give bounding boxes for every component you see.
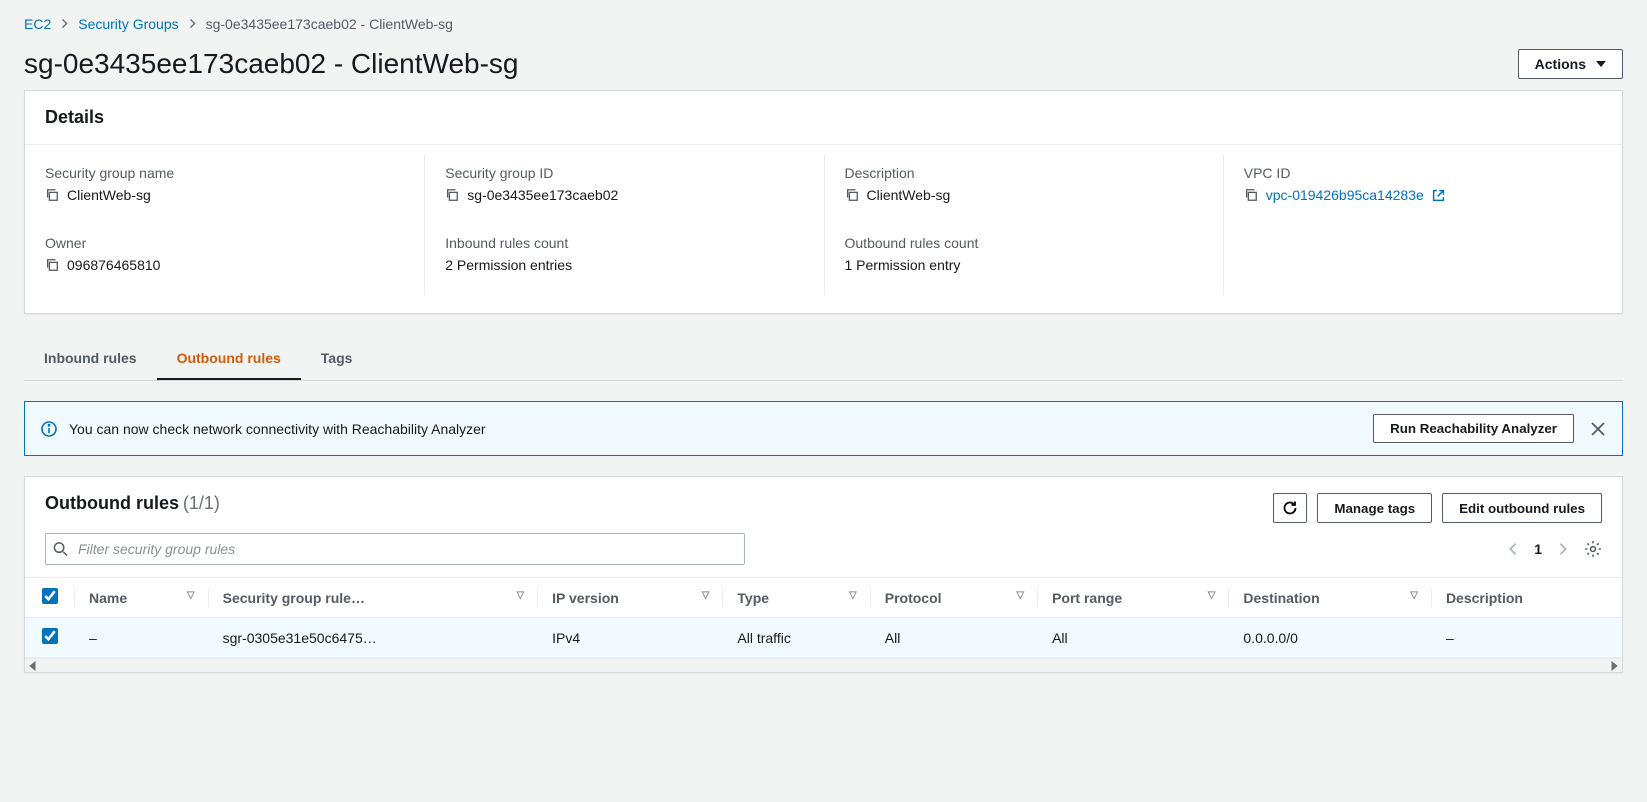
cell-port-range: All [1038, 618, 1229, 658]
external-link-icon [1432, 189, 1445, 202]
col-name[interactable]: Name▽ [75, 578, 209, 618]
actions-button-label: Actions [1535, 56, 1586, 72]
info-icon [41, 421, 57, 437]
col-description[interactable]: Description [1432, 578, 1622, 618]
chevron-right-icon [189, 16, 196, 32]
inbound-count-label: Inbound rules count [445, 235, 803, 251]
sg-name-value: ClientWeb-sg [67, 187, 151, 203]
page-title: sg-0e3435ee173caeb02 - ClientWeb-sg [24, 48, 518, 80]
sg-name-label: Security group name [45, 165, 404, 181]
run-reachability-analyzer-button[interactable]: Run Reachability Analyzer [1373, 414, 1574, 443]
copy-icon[interactable] [45, 188, 59, 202]
edit-outbound-rules-button[interactable]: Edit outbound rules [1442, 493, 1602, 523]
cell-name: – [75, 618, 209, 658]
actions-button[interactable]: Actions [1518, 49, 1623, 79]
reachability-banner: You can now check network connectivity w… [24, 401, 1623, 456]
breadcrumb: EC2 Security Groups sg-0e3435ee173caeb02… [24, 12, 1623, 48]
vpc-id-link[interactable]: vpc-019426b95ca14283e [1266, 187, 1424, 203]
copy-icon[interactable] [445, 188, 459, 202]
filter-input[interactable] [45, 533, 745, 565]
tab-inbound-rules[interactable]: Inbound rules [24, 338, 157, 380]
col-port-range[interactable]: Port range▽ [1038, 578, 1229, 618]
table-row[interactable]: – sgr-0305e31e50c6475… IPv4 All traffic … [25, 618, 1622, 658]
tabs: Inbound rules Outbound rules Tags [24, 338, 1623, 381]
caret-down-icon [1596, 59, 1606, 69]
rules-count: (1/1) [183, 493, 220, 513]
refresh-icon [1282, 500, 1298, 516]
search-icon [53, 542, 68, 557]
tab-outbound-rules[interactable]: Outbound rules [157, 338, 301, 380]
col-destination[interactable]: Destination▽ [1229, 578, 1432, 618]
copy-icon[interactable] [45, 258, 59, 272]
outbound-rules-table: Name▽ Security group rule…▽ IP version▽ … [25, 577, 1622, 658]
cell-destination: 0.0.0.0/0 [1229, 618, 1432, 658]
col-type[interactable]: Type▽ [723, 578, 870, 618]
refresh-button[interactable] [1273, 493, 1307, 523]
rules-title: Outbound rules [45, 493, 179, 513]
copy-icon[interactable] [1244, 188, 1258, 202]
copy-icon[interactable] [845, 188, 859, 202]
description-value: ClientWeb-sg [867, 187, 951, 203]
owner-value: 096876465810 [67, 257, 160, 273]
owner-label: Owner [45, 235, 404, 251]
cell-type: All traffic [723, 618, 870, 658]
col-rule-id[interactable]: Security group rule…▽ [209, 578, 539, 618]
cell-protocol: All [871, 618, 1038, 658]
cell-ip-version: IPv4 [538, 618, 723, 658]
tab-tags[interactable]: Tags [301, 338, 373, 380]
banner-text: You can now check network connectivity w… [69, 421, 486, 437]
col-protocol[interactable]: Protocol▽ [871, 578, 1038, 618]
outbound-rules-panel: Outbound rules (1/1) Manage tags Edit ou… [24, 476, 1623, 673]
vpc-id-label: VPC ID [1244, 165, 1602, 181]
outbound-count-label: Outbound rules count [845, 235, 1203, 251]
horizontal-scrollbar[interactable] [25, 658, 1622, 672]
breadcrumb-current: sg-0e3435ee173caeb02 - ClientWeb-sg [206, 16, 453, 32]
manage-tags-button[interactable]: Manage tags [1317, 493, 1432, 523]
close-icon[interactable] [1590, 421, 1606, 437]
select-all-checkbox[interactable] [42, 588, 58, 604]
breadcrumb-ec2[interactable]: EC2 [24, 16, 51, 32]
prev-page-button[interactable] [1506, 542, 1520, 556]
cell-description: – [1432, 618, 1622, 658]
sg-id-label: Security group ID [445, 165, 803, 181]
scroll-right-icon [1609, 661, 1619, 671]
gear-icon[interactable] [1584, 540, 1602, 558]
cell-rule-id: sgr-0305e31e50c6475… [209, 618, 539, 658]
next-page-button[interactable] [1556, 542, 1570, 556]
breadcrumb-security-groups[interactable]: Security Groups [78, 16, 178, 32]
sg-id-value: sg-0e3435ee173caeb02 [467, 187, 618, 203]
description-label: Description [845, 165, 1203, 181]
outbound-count-value: 1 Permission entry [845, 257, 961, 273]
row-checkbox[interactable] [42, 628, 58, 644]
page-number: 1 [1534, 541, 1542, 557]
inbound-count-value: 2 Permission entries [445, 257, 572, 273]
details-panel: Details Security group name ClientWeb-sg… [24, 90, 1623, 314]
col-ip-version[interactable]: IP version▽ [538, 578, 723, 618]
chevron-right-icon [61, 16, 68, 32]
details-heading: Details [45, 107, 1602, 128]
scroll-left-icon [28, 661, 38, 671]
